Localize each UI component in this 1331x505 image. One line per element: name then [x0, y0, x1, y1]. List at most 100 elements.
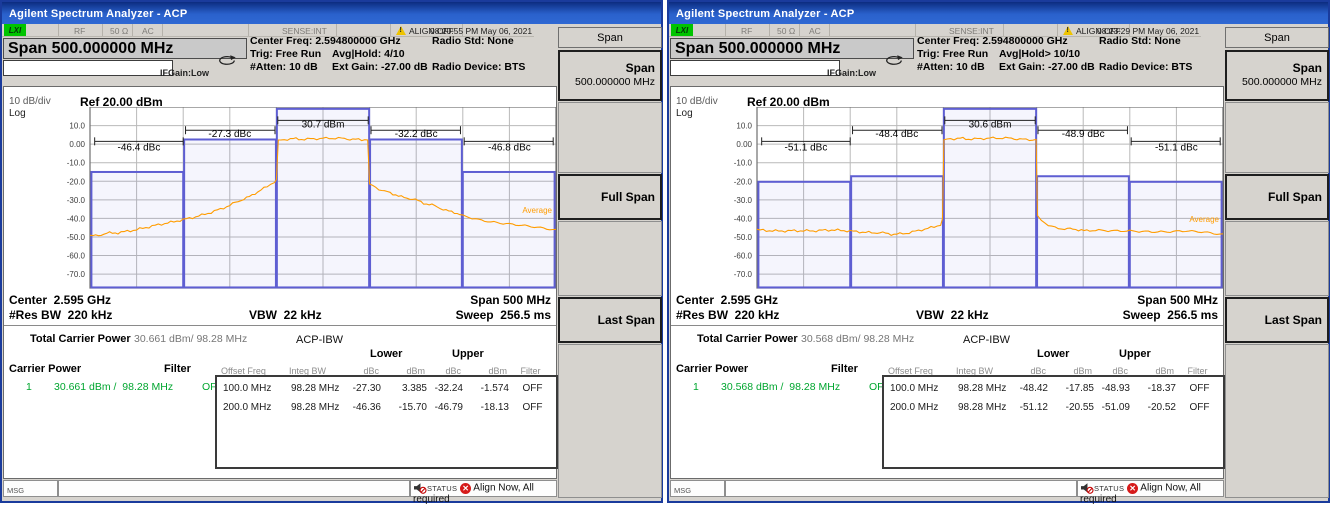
svg-text:Average: Average [1189, 215, 1219, 224]
offset-freq-cell: 200.0 MHz [884, 400, 952, 413]
empty-softkey [1225, 102, 1329, 173]
avg-hold-annotation: Avg|Hold> 10/10 [999, 48, 1080, 60]
offset-row: 200.0 MHz 98.28 MHz -51.12 -20.55 -51.09… [884, 400, 1223, 413]
svg-text:-60.0: -60.0 [734, 252, 753, 261]
upper-header: Upper [452, 348, 484, 360]
last-span-softkey[interactable]: Last Span [558, 297, 662, 343]
vbw-readout: VBW 22 kHz [916, 308, 989, 322]
center-freq-annotation: Center Freq: 2.594800000 GHz [250, 35, 401, 47]
svg-text:-46.8 dBc: -46.8 dBc [488, 143, 531, 154]
offset-filter-cell: OFF [511, 400, 554, 413]
avg-hold-annotation: Avg|Hold: 4/10 [332, 48, 405, 60]
ac-coupling-indicator: AC [142, 26, 154, 36]
status-area: STATUS ✕ Align Now, All required [410, 480, 557, 497]
integ-bw-cell: 98.28 MHz [285, 400, 345, 413]
trigger-annotation: Trig: Free Run [917, 48, 988, 60]
span-readout: Span 500 MHz [470, 293, 551, 307]
radio-device-annotation: Radio Device: BTS [1099, 61, 1192, 73]
entry-box[interactable] [670, 60, 840, 76]
window-title: Agilent Spectrum Analyzer - ACP [9, 8, 187, 20]
window-titlebar[interactable]: Agilent Spectrum Analyzer - ACP [669, 2, 1328, 24]
empty-softkey [558, 102, 662, 173]
last-span-label: Last Span [598, 313, 655, 327]
span-softkey[interactable]: Span 500.000000 MHz [1225, 50, 1329, 101]
entry-box[interactable] [3, 60, 173, 76]
full-span-label: Full Span [601, 190, 655, 204]
svg-text:-70.0: -70.0 [67, 270, 86, 279]
span-softkey-label: Span [560, 61, 655, 75]
offset-freq-cell: 100.0 MHz [217, 381, 285, 394]
carrier-row-number: 1 [693, 381, 699, 393]
svg-text:-40.0: -40.0 [734, 214, 753, 223]
full-span-label: Full Span [1268, 190, 1322, 204]
sweep-readout: Sweep 256.5 ms [456, 308, 551, 322]
error-icon: ✕ [1127, 483, 1138, 494]
message-area [58, 480, 410, 497]
svg-text:-51.1 dBc: -51.1 dBc [785, 143, 828, 154]
lower-dbc-cell: -48.42 [1012, 381, 1050, 394]
svg-text:10.0: 10.0 [69, 122, 85, 131]
svg-text:30.7 dBm: 30.7 dBm [302, 119, 345, 130]
divider [4, 325, 556, 326]
empty-softkey [558, 344, 662, 498]
full-span-softkey[interactable]: Full Span [558, 174, 662, 220]
total-carrier-power-label: Total Carrier Power [697, 333, 798, 345]
impedance-indicator: 50 Ω [110, 26, 128, 36]
trigger-annotation: Trig: Free Run [250, 48, 321, 60]
impedance-indicator: 50 Ω [777, 26, 795, 36]
offset-row: 100.0 MHz 98.28 MHz -48.42 -17.85 -48.93… [884, 381, 1223, 394]
total-carrier-power-value: 30.661 dBm/ 98.28 MHz [134, 333, 247, 345]
center-freq-readout: Center 2.595 GHz [676, 293, 778, 307]
filter-header: Filter [831, 363, 858, 375]
status-label: STATUS [1094, 483, 1124, 493]
integ-bw-cell: 98.28 MHz [952, 400, 1012, 413]
status-label: STATUS [427, 483, 457, 493]
last-span-softkey[interactable]: Last Span [1225, 297, 1329, 343]
carrier-power-header: Carrier Power [676, 363, 748, 375]
status-area: STATUS ✕ Align Now, All required [1077, 480, 1224, 497]
integ-bw-cell: 98.28 MHz [952, 381, 1012, 394]
upper-header: Upper [1119, 348, 1151, 360]
svg-text:-50.0: -50.0 [67, 233, 86, 242]
offset-filter-cell: OFF [1178, 400, 1221, 413]
svg-text:0.00: 0.00 [69, 140, 85, 149]
offset-row: 200.0 MHz 98.28 MHz -46.36 -15.70 -46.79… [217, 400, 556, 413]
offset-freq-cell: 200.0 MHz [217, 400, 285, 413]
scale-per-div-label: 10 dB/div [676, 96, 718, 107]
rf-indicator: RF [74, 26, 85, 36]
radio-std-annotation: Radio Std: None [432, 35, 514, 47]
scale-type-label: Log [676, 108, 693, 119]
window-titlebar[interactable]: Agilent Spectrum Analyzer - ACP [2, 2, 661, 24]
span-softkey[interactable]: Span 500.000000 MHz [558, 50, 662, 101]
ext-gain-annotation: Ext Gain: -27.00 dB [332, 61, 428, 73]
upper-dbc-cell: -46.79 [429, 400, 465, 413]
svg-text:30.6 dBm: 30.6 dBm [969, 119, 1012, 130]
lower-dbm-cell: -20.55 [1050, 400, 1096, 413]
lower-dbm-cell: -15.70 [383, 400, 429, 413]
carrier-row-value: 30.661 dBm / 98.28 MHz [54, 381, 173, 393]
carrier-row-number: 1 [26, 381, 32, 393]
sweep-readout: Sweep 256.5 ms [1123, 308, 1218, 322]
measurement-mode-label: ACP-IBW [296, 334, 343, 346]
active-function-display: Span 500.000000 MHz [670, 38, 914, 59]
spectrum-plot: 10.00.00-10.0-20.0-30.0-40.0-50.0-60.0-7… [720, 107, 1226, 291]
ifgain-label: IFGain:Low [827, 68, 876, 78]
continuous-sweep-icon [884, 55, 904, 66]
svg-text:-46.4 dBc: -46.4 dBc [118, 143, 161, 154]
svg-text:-32.2 dBc: -32.2 dBc [395, 129, 438, 140]
radio-device-annotation: Radio Device: BTS [432, 61, 525, 73]
full-span-softkey[interactable]: Full Span [1225, 174, 1329, 220]
upper-dbc-cell: -48.93 [1096, 381, 1132, 394]
empty-softkey [1225, 221, 1329, 296]
carrier-power-header: Carrier Power [9, 363, 81, 375]
ac-coupling-indicator: AC [809, 26, 821, 36]
vbw-readout: VBW 22 kHz [249, 308, 322, 322]
span-softkey-label: Span [1227, 61, 1322, 75]
offset-results-table: 100.0 MHz 98.28 MHz -48.42 -17.85 -48.93… [882, 375, 1225, 469]
ifgain-label: IFGain:Low [160, 68, 209, 78]
svg-text:-50.0: -50.0 [734, 233, 753, 242]
span-readout: Span 500 MHz [1137, 293, 1218, 307]
svg-text:-30.0: -30.0 [734, 196, 753, 205]
offset-filter-cell: OFF [1178, 381, 1221, 394]
msg-cell: MSG [3, 480, 58, 497]
